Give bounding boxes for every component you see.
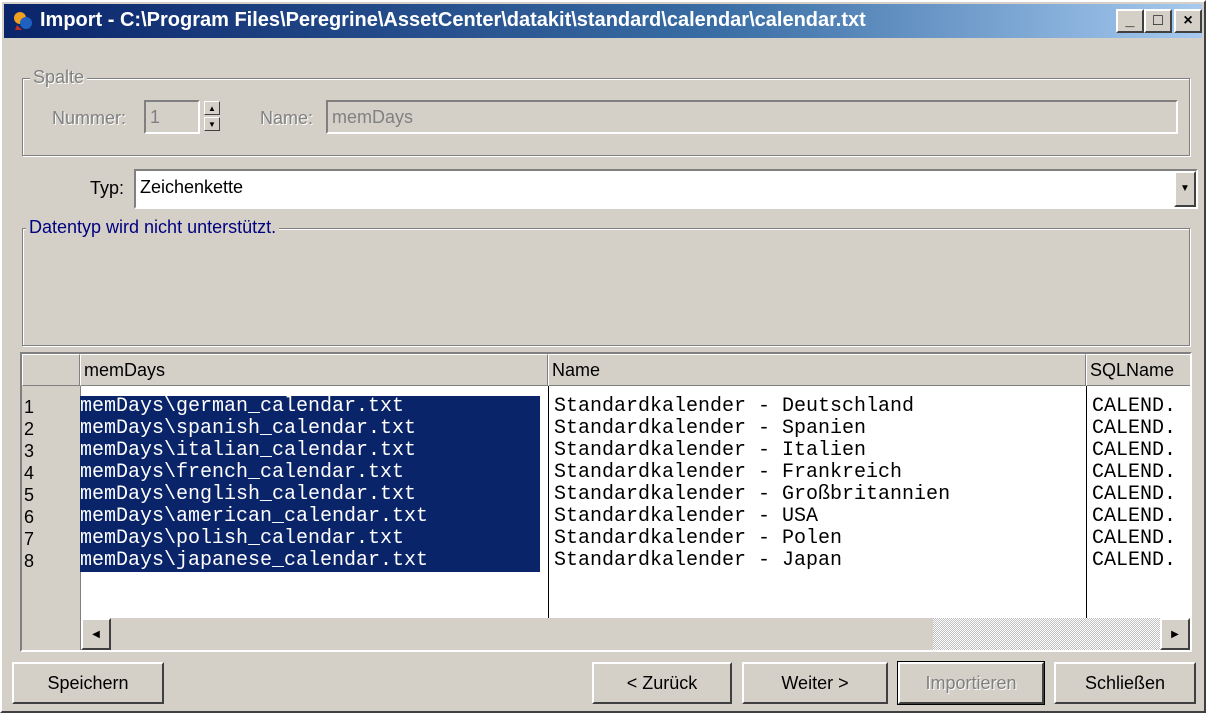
table-cell-name[interactable]: Standardkalender - Frankreich [554, 462, 1080, 484]
table-cell-name[interactable]: Standardkalender - Polen [554, 528, 1080, 550]
chevron-down-icon[interactable]: ▼ [1174, 171, 1196, 207]
minimize-button[interactable]: _ [1116, 9, 1144, 33]
row-number: 1 [24, 397, 35, 417]
column-header-sqlname[interactable]: SQLName [1086, 354, 1190, 386]
table-cell-memdays[interactable]: memDays\spanish_calendar.txt [80, 418, 540, 440]
name-label: Name: [260, 108, 314, 128]
corner-header [22, 354, 80, 386]
maximize-icon: □ [1153, 12, 1163, 29]
table-cell-memdays[interactable]: memDays\french_calendar.txt [80, 462, 540, 484]
import-preview-grid[interactable]: memDays Name SQLName 1 memDays\german_ca… [20, 352, 1192, 652]
scroll-left-icon[interactable]: ◀ [81, 618, 111, 650]
row-number: 4 [24, 463, 35, 483]
table-cell-sqlname[interactable]: CALEND. [1092, 462, 1190, 484]
datatype-legend: Datentyp wird nicht unterstützt. [26, 217, 280, 238]
typ-label: Typ: [90, 178, 125, 198]
table-cell-sqlname[interactable]: CALEND. [1092, 418, 1190, 440]
next-button[interactable]: Weiter > [742, 662, 888, 704]
row-number: 5 [24, 485, 35, 505]
minimize-icon: _ [1125, 12, 1135, 29]
close-dialog-button[interactable]: Schließen [1054, 662, 1196, 704]
name-input[interactable]: memDays [326, 100, 1178, 134]
title-bar[interactable]: Import - C:\Program Files\Peregrine\Asse… [4, 4, 1202, 38]
table-cell-memdays[interactable]: memDays\english_calendar.txt [80, 484, 540, 506]
row-number: 8 [24, 551, 35, 571]
maximize-button[interactable]: □ [1144, 9, 1172, 33]
nummer-input[interactable]: 1 [144, 100, 200, 134]
assetcenter-app-icon[interactable] [12, 10, 34, 32]
save-button[interactable]: Speichern [12, 662, 164, 704]
nummer-label: Nummer: [52, 108, 127, 128]
table-cell-memdays[interactable]: memDays\japanese_calendar.txt [80, 550, 540, 572]
datatype-group [22, 228, 1190, 346]
column-header-name[interactable]: Name [548, 354, 1086, 386]
table-cell-sqlname[interactable]: CALEND. [1092, 396, 1190, 418]
spin-up-icon[interactable]: ▲ [204, 101, 220, 115]
back-button[interactable]: < Zurück [592, 662, 732, 704]
table-cell-sqlname[interactable]: CALEND. [1092, 440, 1190, 462]
spin-down-icon[interactable]: ▼ [204, 117, 220, 131]
table-cell-name[interactable]: Standardkalender - Italien [554, 440, 1080, 462]
import-dialog: Import - C:\Program Files\Peregrine\Asse… [0, 0, 1206, 713]
typ-value: Zeichenkette [140, 177, 244, 197]
table-cell-memdays[interactable]: memDays\american_calendar.txt [80, 506, 540, 528]
scrollbar-track[interactable] [933, 618, 1160, 650]
typ-select[interactable]: Zeichenkette ▼ [134, 169, 1198, 209]
row-number: 2 [24, 419, 35, 439]
row-number: 6 [24, 507, 35, 527]
column-divider [1086, 386, 1087, 618]
column-header-memdays[interactable]: memDays [80, 354, 548, 386]
table-cell-memdays[interactable]: memDays\polish_calendar.txt [80, 528, 540, 550]
row-number: 3 [24, 441, 35, 461]
table-cell-sqlname[interactable]: CALEND. [1092, 550, 1190, 572]
table-cell-sqlname[interactable]: CALEND. [1092, 528, 1190, 550]
import-button[interactable]: Importieren [897, 661, 1045, 705]
table-cell-sqlname[interactable]: CALEND. [1092, 484, 1190, 506]
table-cell-name[interactable]: Standardkalender - Großbritannien [554, 484, 1080, 506]
table-cell-memdays[interactable]: memDays\german_calendar.txt [80, 396, 540, 418]
table-cell-name[interactable]: Standardkalender - USA [554, 506, 1080, 528]
scroll-right-icon[interactable]: ▶ [1160, 618, 1190, 650]
column-divider [548, 386, 549, 618]
spalte-legend: Spalte [30, 67, 88, 88]
window-title: Import - C:\Program Files\Peregrine\Asse… [40, 9, 866, 31]
row-number: 7 [24, 529, 35, 549]
table-cell-name[interactable]: Standardkalender - Japan [554, 550, 1080, 572]
close-icon: × [1183, 12, 1193, 29]
table-cell-name[interactable]: Standardkalender - Spanien [554, 418, 1080, 440]
table-cell-name[interactable]: Standardkalender - Deutschland [554, 396, 1080, 418]
table-cell-sqlname[interactable]: CALEND. [1092, 506, 1190, 528]
horizontal-scrollbar[interactable]: ◀ ▶ [81, 618, 1190, 650]
close-button[interactable]: × [1174, 9, 1202, 33]
table-cell-memdays[interactable]: memDays\italian_calendar.txt [80, 440, 540, 462]
